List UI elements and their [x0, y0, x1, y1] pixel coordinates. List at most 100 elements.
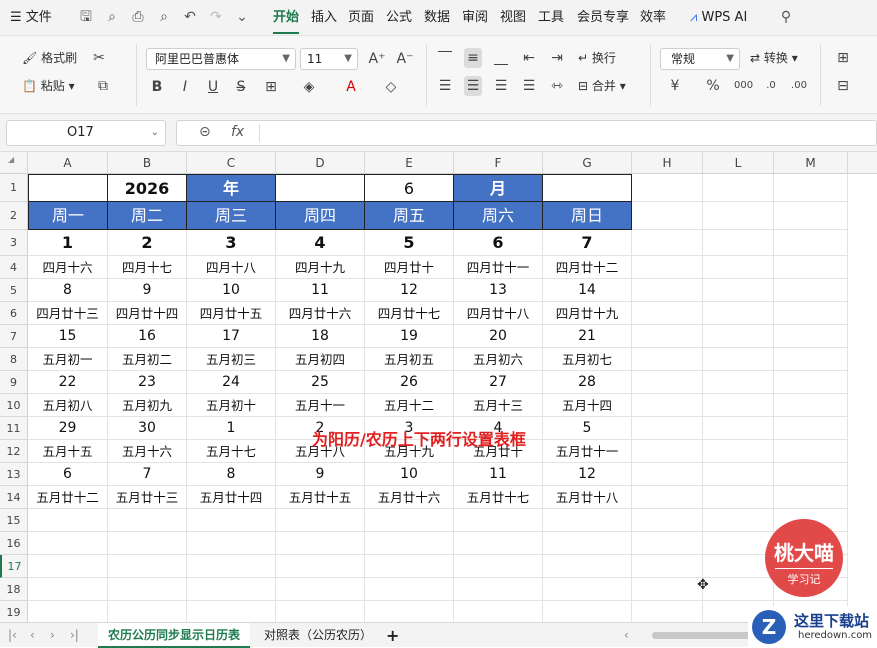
- lunar-date-cell[interactable]: 五月廿十四: [187, 486, 276, 509]
- grid-cell[interactable]: [703, 555, 774, 578]
- grid-cell[interactable]: [632, 348, 703, 371]
- calendar-header-cell[interactable]: [28, 174, 108, 202]
- tab-view[interactable]: 视图: [500, 0, 526, 36]
- solar-date-cell[interactable]: 11: [454, 463, 543, 486]
- weekday-header[interactable]: 周一: [28, 202, 108, 230]
- column-header-c[interactable]: C: [187, 152, 276, 174]
- grid-cell[interactable]: [774, 230, 848, 256]
- lunar-date-cell[interactable]: 五月廿十一: [543, 440, 632, 463]
- solar-date-cell[interactable]: 29: [28, 417, 108, 440]
- row-header-1[interactable]: 1: [0, 174, 28, 202]
- grid-cell[interactable]: [774, 348, 848, 371]
- justify-icon[interactable]: ☰: [520, 76, 538, 96]
- grid-cell[interactable]: [703, 202, 774, 230]
- solar-date-cell[interactable]: 22: [28, 371, 108, 394]
- grid-cell[interactable]: [703, 486, 774, 509]
- weekday-header[interactable]: 周二: [108, 202, 187, 230]
- font-size-select[interactable]: 11 ▼: [300, 48, 358, 70]
- share-icon[interactable]: ⌕: [104, 9, 120, 25]
- row-header-12[interactable]: 12: [0, 440, 28, 463]
- lunar-date-cell[interactable]: 五月初三: [187, 348, 276, 371]
- grid-cell[interactable]: [703, 440, 774, 463]
- lunar-date-cell[interactable]: 五月初九: [108, 394, 187, 417]
- lunar-date-cell[interactable]: 五月廿十二: [28, 486, 108, 509]
- solar-date-cell[interactable]: 7: [108, 463, 187, 486]
- save-icon[interactable]: 🖫: [78, 9, 94, 25]
- grid-cell[interactable]: [632, 302, 703, 325]
- paste-button[interactable]: 📋 粘贴 ▾: [22, 76, 75, 96]
- grid-cell[interactable]: [774, 371, 848, 394]
- decrease-decimal-icon[interactable]: .00: [790, 76, 808, 96]
- weekday-header[interactable]: 周六: [454, 202, 543, 230]
- sheet-tab-calendar[interactable]: 农历公历同步显示日历表: [98, 623, 251, 648]
- grid-cell[interactable]: [703, 532, 774, 555]
- grid-cell[interactable]: [276, 509, 365, 532]
- column-header[interactable]: [848, 152, 877, 174]
- solar-date-cell[interactable]: 8: [28, 279, 108, 302]
- grid-cell[interactable]: [703, 230, 774, 256]
- grid-cell[interactable]: [774, 394, 848, 417]
- grid-cell[interactable]: [632, 371, 703, 394]
- lunar-date-cell[interactable]: 五月初七: [543, 348, 632, 371]
- add-sheet-button[interactable]: +: [386, 623, 399, 648]
- row-header-6[interactable]: 6: [0, 302, 28, 325]
- underline-button[interactable]: U: [204, 77, 222, 97]
- format-painter-button[interactable]: 🖌 格式刷: [22, 48, 77, 68]
- grid-cell[interactable]: [108, 509, 187, 532]
- grid-cell[interactable]: [454, 601, 543, 622]
- italic-button[interactable]: I: [176, 77, 194, 97]
- lunar-date-cell[interactable]: 四月十八: [187, 256, 276, 279]
- last-sheet-icon[interactable]: ›|: [70, 623, 79, 648]
- grid-cell[interactable]: [703, 417, 774, 440]
- solar-date-cell[interactable]: 15: [28, 325, 108, 348]
- solar-date-cell[interactable]: 16: [108, 325, 187, 348]
- copy-icon[interactable]: ⧉: [94, 76, 112, 96]
- grid-cell[interactable]: [774, 279, 848, 302]
- grid-cell[interactable]: [187, 578, 276, 601]
- lunar-date-cell[interactable]: 四月廿十: [365, 256, 454, 279]
- first-sheet-icon[interactable]: |‹: [8, 623, 17, 648]
- lunar-date-cell[interactable]: 四月十九: [276, 256, 365, 279]
- align-bottom-icon[interactable]: ⎽: [492, 48, 510, 68]
- table-style-icon[interactable]: ⊟: [834, 76, 852, 96]
- grid-cell[interactable]: [365, 532, 454, 555]
- grid-cell[interactable]: [774, 417, 848, 440]
- column-header-b[interactable]: B: [108, 152, 187, 174]
- grid-cell[interactable]: [703, 279, 774, 302]
- lunar-date-cell[interactable]: 四月廿十四: [108, 302, 187, 325]
- tab-insert[interactable]: 插入: [311, 0, 337, 36]
- lunar-date-cell[interactable]: 五月十四: [543, 394, 632, 417]
- bold-button[interactable]: B: [148, 77, 166, 97]
- grid-cell[interactable]: [632, 601, 703, 622]
- grid-cell[interactable]: [632, 555, 703, 578]
- align-top-icon[interactable]: ⎺: [436, 48, 454, 68]
- border-icon[interactable]: ⊞: [262, 77, 280, 97]
- lunar-date-cell[interactable]: 四月廿十二: [543, 256, 632, 279]
- grid-cell[interactable]: [703, 302, 774, 325]
- tab-review[interactable]: 审阅: [462, 0, 488, 36]
- solar-date-cell[interactable]: 7: [543, 230, 632, 256]
- grid-cell[interactable]: [774, 202, 848, 230]
- currency-icon[interactable]: ¥: [666, 76, 684, 96]
- align-left-icon[interactable]: ☰: [436, 76, 454, 96]
- grid-cell[interactable]: [28, 509, 108, 532]
- solar-date-cell[interactable]: 25: [276, 371, 365, 394]
- grid-cell[interactable]: [187, 601, 276, 622]
- grid-cell[interactable]: [108, 578, 187, 601]
- font-grow-icon[interactable]: A⁺: [368, 49, 386, 69]
- row-header-11[interactable]: 11: [0, 417, 28, 440]
- column-header-m[interactable]: M: [774, 152, 848, 174]
- convert-button[interactable]: ⇄ 转换 ▾: [750, 48, 798, 68]
- grid-cell[interactable]: [454, 509, 543, 532]
- calendar-header-cell[interactable]: [543, 174, 632, 202]
- undo-icon[interactable]: ↶: [182, 9, 198, 25]
- grid-cell[interactable]: [774, 302, 848, 325]
- calendar-header-cell[interactable]: 月: [454, 174, 543, 202]
- grid-cell[interactable]: [28, 578, 108, 601]
- tab-tools[interactable]: 工具: [538, 0, 564, 36]
- solar-date-cell[interactable]: 28: [543, 371, 632, 394]
- column-header-a[interactable]: A: [28, 152, 108, 174]
- fx-icon[interactable]: fx: [231, 124, 244, 140]
- grid-cell[interactable]: [703, 509, 774, 532]
- solar-date-cell[interactable]: 24: [187, 371, 276, 394]
